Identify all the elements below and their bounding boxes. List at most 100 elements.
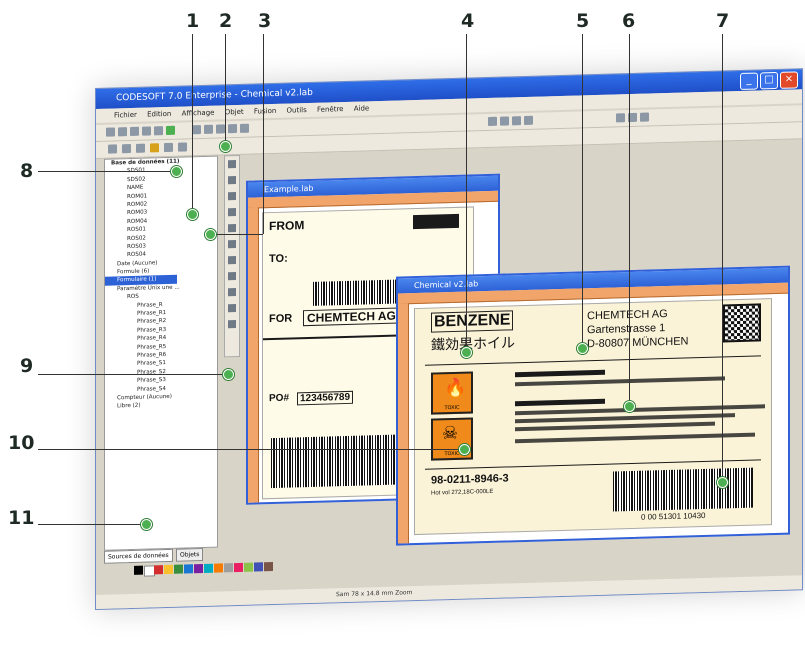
menu-edition[interactable]: Edition xyxy=(147,110,171,119)
japanese-name: 鐵効果ホイル xyxy=(431,335,515,354)
callout-8: 8 xyxy=(20,160,34,182)
tree-item[interactable]: Libre (2) xyxy=(105,400,217,412)
chemical-label-window[interactable]: Chemical v2.lab BENZENE 鐵効果ホイル CHEMTECH … xyxy=(396,265,790,546)
color-swatch[interactable] xyxy=(154,565,163,575)
leader-line-7 xyxy=(722,34,723,482)
risk-phrase-line xyxy=(515,369,605,378)
datamatrix-code xyxy=(723,303,761,343)
leader-line-1 xyxy=(192,34,193,214)
ruler-icon[interactable] xyxy=(136,143,145,153)
image-tool-icon[interactable] xyxy=(228,224,236,233)
rectangle-tool-icon[interactable] xyxy=(228,256,236,265)
callout-11: 11 xyxy=(8,507,35,529)
copy-icon[interactable] xyxy=(204,124,213,134)
merge-icon[interactable] xyxy=(166,125,175,136)
product-name: BENZENE xyxy=(431,310,514,333)
barcode-tool-icon[interactable] xyxy=(228,208,236,217)
print-icon[interactable] xyxy=(142,126,151,136)
line-tool-icon[interactable] xyxy=(228,240,236,249)
status-bar: Sam 78 x 14.8 mm Zoom xyxy=(96,575,802,609)
next-record-icon[interactable] xyxy=(512,116,521,126)
undo-icon[interactable] xyxy=(228,124,237,134)
color-swatch[interactable] xyxy=(194,563,203,574)
leader-line-10 xyxy=(38,449,464,450)
callout-dot xyxy=(220,141,231,152)
align-right-icon[interactable] xyxy=(640,112,649,122)
first-record-icon[interactable] xyxy=(488,116,497,127)
callout-dot xyxy=(205,229,216,240)
zoom-out-icon[interactable] xyxy=(108,144,117,154)
color-swatch[interactable] xyxy=(254,562,263,572)
last-record-icon[interactable] xyxy=(524,115,533,126)
paragraph-tool-icon[interactable] xyxy=(228,192,236,201)
leader-line-11 xyxy=(38,524,146,525)
color-swatch[interactable] xyxy=(224,563,233,573)
minimize-button[interactable]: _ xyxy=(740,72,758,90)
risk-phrase-line xyxy=(515,432,755,444)
tab-data-sources[interactable]: Sources de données xyxy=(104,548,173,564)
paste-icon[interactable] xyxy=(216,124,225,134)
color-swatch[interactable] xyxy=(164,564,173,575)
callout-5: 5 xyxy=(576,10,590,32)
company-city: D-80807 MÜNCHEN xyxy=(587,335,689,351)
callout-dot xyxy=(171,166,182,177)
leader-line-8 xyxy=(38,171,176,172)
form-tool-icon[interactable] xyxy=(228,304,236,313)
flammable-hazard-icon: 🔥 TOXIC xyxy=(431,371,473,415)
new-icon[interactable] xyxy=(106,127,115,137)
magnifier-icon[interactable] xyxy=(178,142,187,152)
menu-outils[interactable]: Outils xyxy=(287,106,307,115)
open-icon[interactable] xyxy=(118,127,127,137)
color-swatch[interactable] xyxy=(184,564,193,574)
callout-dot xyxy=(461,347,472,358)
pointer-icon[interactable] xyxy=(228,160,236,169)
leader-line-2 xyxy=(225,34,226,146)
menu-fenetre[interactable]: Fenêtre xyxy=(317,105,343,114)
vertical-ruler xyxy=(248,207,259,503)
tab-objects[interactable]: Objets xyxy=(176,547,204,562)
panel-tabs: Sources de données Objets xyxy=(104,547,216,564)
callout-dot xyxy=(187,209,198,220)
color-swatch[interactable] xyxy=(244,562,253,572)
close-button[interactable]: × xyxy=(780,71,798,89)
callout-4: 4 xyxy=(461,10,475,32)
menu-aide[interactable]: Aide xyxy=(354,104,369,112)
save-icon[interactable] xyxy=(130,126,139,137)
callout-2: 2 xyxy=(219,10,233,32)
grid-icon[interactable] xyxy=(164,142,173,153)
callout-3: 3 xyxy=(258,10,272,32)
leader-line-4 xyxy=(466,34,467,352)
leader-line-5 xyxy=(582,34,583,348)
menu-fusion[interactable]: Fusion xyxy=(254,107,276,116)
ellipse-tool-icon[interactable] xyxy=(228,272,236,281)
previous-record-icon[interactable] xyxy=(500,116,509,126)
menu-fichier[interactable]: Fichier xyxy=(114,111,137,120)
maximize-button[interactable]: □ xyxy=(760,71,778,90)
barcode-number: 0 00 51301 10430 xyxy=(641,510,706,522)
company-name: CHEMTECH AG xyxy=(587,308,668,323)
for-text: FOR xyxy=(269,312,293,326)
redo-icon[interactable] xyxy=(240,123,249,133)
leader-line-3 xyxy=(263,34,264,234)
color-swatch[interactable] xyxy=(214,563,223,573)
menu-affichage[interactable]: Affichage xyxy=(182,109,215,118)
color-swatch[interactable] xyxy=(204,563,213,573)
zoom-in-icon[interactable] xyxy=(122,143,131,154)
cut-icon[interactable] xyxy=(192,125,201,135)
wizard-tool-icon[interactable] xyxy=(228,320,236,329)
menu-objet[interactable]: Objet xyxy=(225,108,244,117)
print-preview-icon[interactable] xyxy=(154,126,163,136)
callout-7: 7 xyxy=(716,10,730,32)
align-left-icon[interactable] xyxy=(616,113,625,123)
po-number: 123456789 xyxy=(297,390,354,406)
polygon-tool-icon[interactable] xyxy=(228,288,236,297)
color-swatch[interactable] xyxy=(234,562,243,573)
from-text: FROM xyxy=(269,218,305,234)
layers-icon[interactable] xyxy=(150,143,159,153)
color-swatch[interactable] xyxy=(134,565,143,575)
color-swatch[interactable] xyxy=(174,564,183,574)
label-field xyxy=(413,213,459,230)
po-text: PO# xyxy=(269,392,290,405)
text-tool-icon[interactable] xyxy=(228,176,236,185)
color-swatch[interactable] xyxy=(264,562,273,572)
